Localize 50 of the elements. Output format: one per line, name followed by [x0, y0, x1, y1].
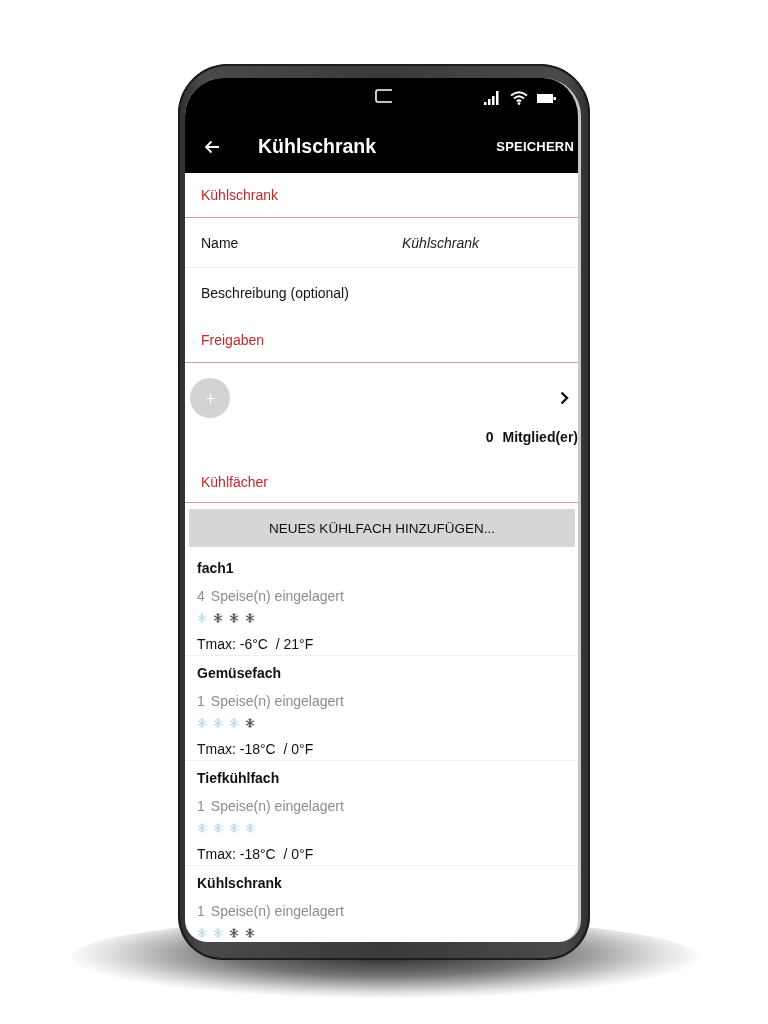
snowflake-icon	[229, 718, 239, 728]
add-compartment-button[interactable]: NEUES KÜHLFACH HINZUFÜGEN...	[189, 509, 575, 547]
back-button[interactable]	[204, 139, 220, 154]
stored-label: Speise(n) eingelagert	[210, 902, 344, 920]
snowflake-icon	[213, 613, 223, 623]
screen-title: Kühlschrank	[258, 135, 377, 158]
plus-icon	[205, 393, 215, 403]
snowflake-icon	[229, 613, 239, 623]
section-heading: Kühlschrank	[201, 187, 279, 203]
max-temperature: Tmax: -6°C / 21°F	[197, 635, 314, 653]
snowflake-icon	[245, 928, 255, 938]
max-temperature: Tmax: -18°C / 0°F	[197, 845, 314, 863]
stored-label: Speise(n) eingelagert	[210, 587, 344, 605]
snowflake-icon	[197, 823, 207, 833]
snowflake-icon	[245, 718, 255, 728]
compartment-name: Gemüsefach	[197, 664, 282, 682]
snowflake-icon	[229, 928, 239, 938]
snowflake-icon	[197, 928, 207, 938]
rectangle-outline-icon	[375, 89, 393, 103]
compartment-name: Kühlschrank	[197, 874, 282, 892]
field-label: Name	[201, 234, 240, 251]
member-count: 0	[485, 428, 494, 446]
snowflake-icon	[213, 823, 223, 833]
food-count: 1	[197, 902, 205, 920]
section-heading: Kühlfächer	[201, 473, 268, 490]
field-label: Beschreibung (optional)	[201, 285, 350, 301]
snowflake-icon	[213, 928, 223, 938]
food-count: 1	[197, 797, 205, 815]
name-field[interactable]: Kühlschrank	[402, 234, 480, 251]
stored-label: Speise(n) eingelagert	[210, 692, 344, 710]
max-temperature: Tmax: -18°C / 0°F	[197, 740, 314, 758]
food-count: 4	[197, 587, 205, 605]
snowflake-icon	[197, 613, 207, 623]
food-count: 1	[197, 692, 205, 710]
snowflake-icon	[245, 823, 255, 833]
compartment-name: Tiefkühlfach	[197, 769, 280, 787]
member-label: Mitglied(er)	[502, 428, 578, 446]
stored-label: Speise(n) eingelagert	[210, 797, 344, 815]
section-heading: Freigaben	[201, 332, 265, 348]
back-arrow-icon	[204, 139, 220, 154]
snowflake-icon	[197, 718, 207, 728]
snowflake-icon	[245, 613, 255, 623]
compartment-name: fach1	[197, 559, 234, 577]
signal-icon	[484, 91, 501, 105]
snowflake-icon	[213, 718, 223, 728]
snowflake-icon	[229, 823, 239, 833]
battery-icon	[537, 93, 556, 103]
wifi-icon	[510, 91, 528, 105]
chevron-right-icon[interactable]	[560, 391, 569, 405]
save-button[interactable]: SPEICHERN	[496, 135, 574, 158]
